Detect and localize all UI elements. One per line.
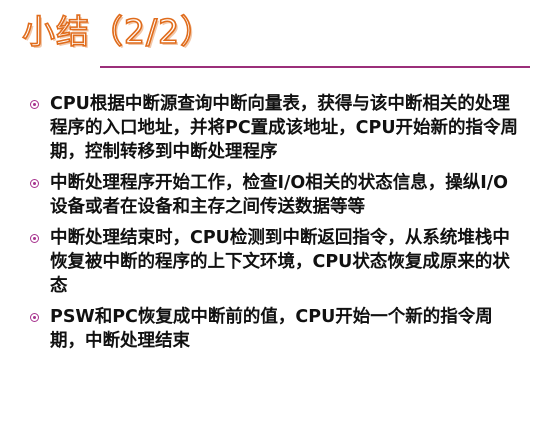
slide: 小结（2/2） CPU根据中断源查询中断向量表，获得与该中断相关的处理程序的入口…	[0, 0, 555, 429]
title-divider	[100, 66, 530, 68]
circled-dot-bullet-icon	[30, 234, 39, 243]
bullet-item: 中断处理结束时，CPU检测到中断返回指令，从系统堆栈中恢复被中断的程序的上下文环…	[24, 226, 524, 298]
bullet-list: CPU根据中断源查询中断向量表，获得与该中断相关的处理程序的入口地址，并将PC置…	[24, 92, 524, 360]
bullet-item: CPU根据中断源查询中断向量表，获得与该中断相关的处理程序的入口地址，并将PC置…	[24, 92, 524, 164]
bullet-item: 中断处理程序开始工作，检查I/O相关的状态信息，操纵I/O设备或者在设备和主存之…	[24, 171, 524, 219]
circled-dot-bullet-icon	[30, 100, 39, 109]
slide-title: 小结（2/2）	[21, 11, 215, 52]
bullet-text: PSW和PC恢复成中断前的值，CPU开始一个新的指令周期，中断处理结束	[50, 307, 493, 351]
bullet-item: PSW和PC恢复成中断前的值，CPU开始一个新的指令周期，中断处理结束	[24, 305, 524, 353]
bullet-text: CPU根据中断源查询中断向量表，获得与该中断相关的处理程序的入口地址，并将PC置…	[50, 94, 519, 162]
bullet-text: 中断处理程序开始工作，检查I/O相关的状态信息，操纵I/O设备或者在设备和主存之…	[50, 173, 509, 217]
circled-dot-bullet-icon	[30, 179, 39, 188]
circled-dot-bullet-icon	[30, 313, 39, 322]
bullet-text: 中断处理结束时，CPU检测到中断返回指令，从系统堆栈中恢复被中断的程序的上下文环…	[50, 228, 510, 296]
